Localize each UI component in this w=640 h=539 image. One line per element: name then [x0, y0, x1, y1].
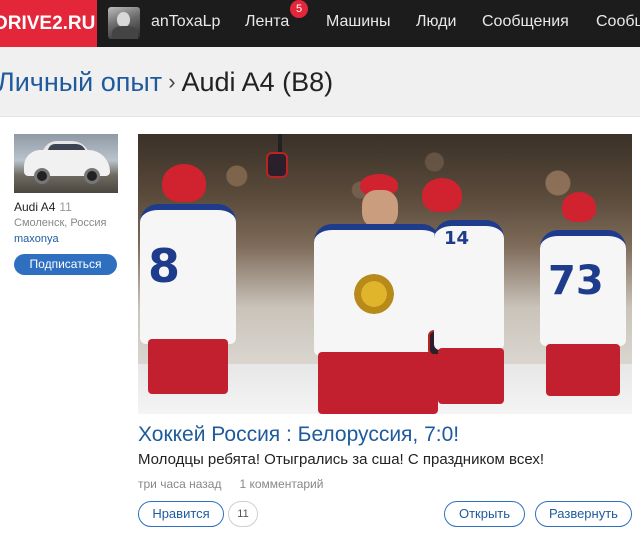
post-title[interactable]: Хоккей Россия : Белоруссия, 7:0!	[138, 423, 459, 447]
nav-username[interactable]: anToxaLp	[151, 13, 220, 31]
nav-cars[interactable]: Машины	[326, 13, 391, 31]
post-meta: три часа назад 1 комментарий	[138, 477, 323, 491]
post-photo[interactable]: 8 14 73	[138, 134, 632, 414]
car-wheel-rear	[84, 168, 100, 184]
expand-button[interactable]: Развернуть	[535, 501, 632, 527]
avatar-body	[112, 26, 138, 39]
player-rc-number: 14	[444, 228, 470, 249]
breadcrumb-parent-link[interactable]: Личный опыт	[0, 67, 162, 97]
profile-car-name[interactable]: Audi A4	[14, 200, 55, 214]
profile-car-title: Audi A4 11	[14, 200, 72, 214]
user-avatar[interactable]	[108, 7, 140, 39]
player-left-pants	[148, 339, 228, 394]
player-left-number: 8	[148, 239, 181, 293]
player-right-helmet	[562, 192, 596, 222]
nav-messages-overflow[interactable]: Сообщ	[596, 13, 640, 31]
post-time: три часа назад	[138, 477, 222, 491]
nav-people[interactable]: Люди	[416, 13, 456, 31]
top-navbar: DRIVE2.RU anToxaLp Лента 5 Машины Люди С…	[0, 0, 640, 47]
player-center-face	[362, 190, 398, 228]
player-right-pants	[546, 344, 620, 396]
profile-city: Смоленск, Россия	[14, 217, 107, 229]
player-rc-helmet	[422, 178, 462, 212]
car-thumbnail[interactable]	[14, 134, 118, 193]
russia-emblem-icon	[354, 274, 394, 314]
player-center-pants	[318, 352, 438, 414]
nav-feed[interactable]: Лента	[245, 13, 289, 31]
avatar-head	[117, 12, 130, 27]
player-rc-pants	[438, 348, 504, 404]
open-button[interactable]: Открыть	[444, 501, 525, 527]
subscribe-button[interactable]: Подписаться	[14, 254, 117, 275]
breadcrumb-bar: Личный опыт › Audi A4 (B8)	[0, 47, 640, 117]
feed-badge: 5	[290, 0, 308, 18]
player-center-glove-top	[266, 152, 288, 178]
breadcrumb: Личный опыт › Audi A4 (B8)	[0, 67, 333, 98]
profile-user-link[interactable]: maxonya	[14, 233, 59, 245]
breadcrumb-separator: ›	[168, 69, 176, 94]
like-count: 11	[228, 501, 258, 527]
player-right-number: 73	[548, 258, 604, 304]
nav-messages[interactable]: Сообщения	[482, 13, 569, 31]
player-left-helmet	[162, 164, 206, 202]
car-wheel-front	[34, 168, 50, 184]
breadcrumb-current: Audi A4 (B8)	[181, 67, 334, 97]
post-body: Молодцы ребята! Отыгрались за сша! С пра…	[138, 451, 545, 468]
site-logo[interactable]: DRIVE2.RU	[0, 0, 97, 47]
logo-text: DRIVE2.RU	[0, 13, 96, 34]
profile-car-count: 11	[59, 200, 72, 214]
like-button[interactable]: Нравится	[138, 501, 224, 527]
post-comments-link[interactable]: 1 комментарий	[239, 477, 323, 491]
